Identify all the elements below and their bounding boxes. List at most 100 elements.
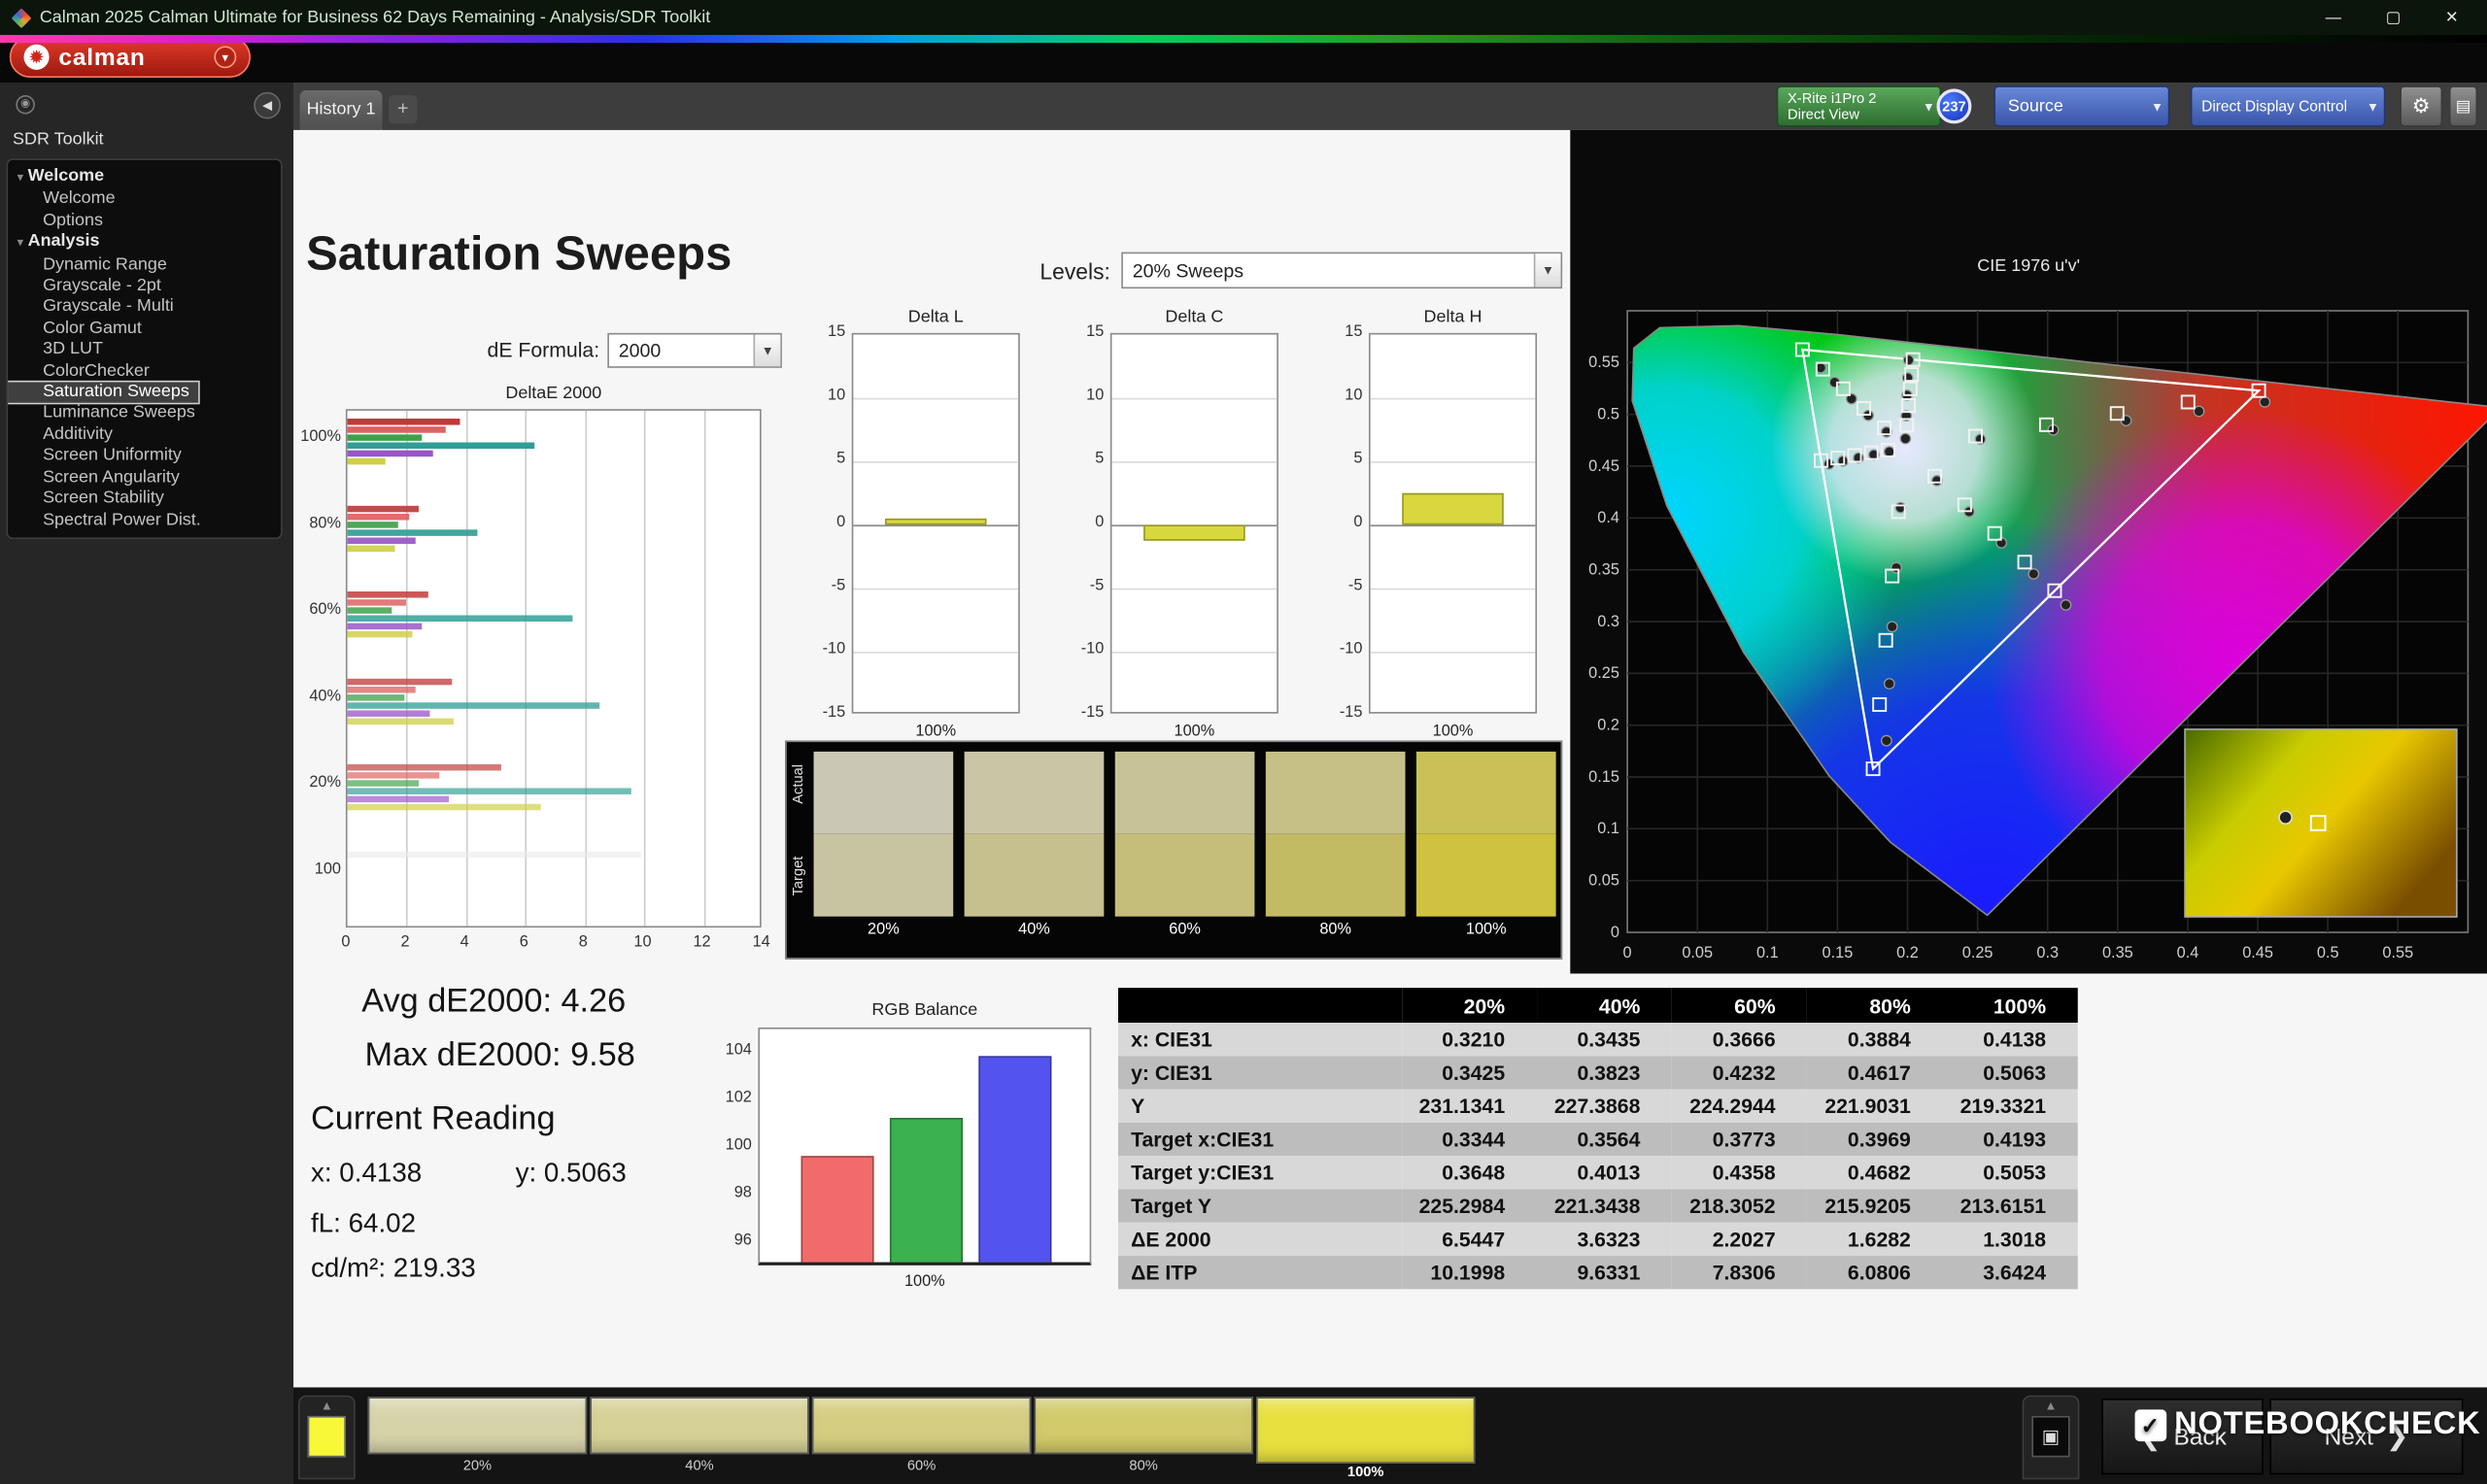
swatch-80%: 80% [1265,751,1406,958]
close-button[interactable]: ✕ [2445,9,2459,26]
measured-point [2259,395,2271,408]
pin-icon[interactable]: ◉ [16,94,35,115]
levels-label: Levels: [1039,258,1110,285]
svg-text:0: 0 [1611,924,1619,941]
levels-dropdown[interactable]: 20% Sweeps ▼ [1121,252,1563,289]
measured-point [1883,446,1895,457]
minimize-button[interactable]: — [2326,9,2341,26]
measured-point [1883,678,1895,690]
deltae-bar [347,536,416,544]
deltae-bar [347,693,404,700]
measured-point [1899,432,1912,445]
deltae-bar [347,528,478,536]
next-button[interactable]: Next ❯ [2269,1398,2464,1475]
current-patch-tab[interactable]: ▲ [297,1395,356,1480]
meter-button[interactable]: X-Rite i1Pro 2 Direct View ▼ [1776,85,1942,127]
app-window: Calman 2025 Calman Ultimate for Business… [0,0,2487,1484]
chevron-down-icon: ▾ [214,46,237,69]
direct-display-control-button[interactable]: Direct Display Control ▼ [2190,85,2386,127]
de-formula-dropdown[interactable]: 2000 ▼ [607,332,782,368]
measured-point [2193,405,2205,418]
patch-button-20%[interactable]: 20% [367,1397,588,1473]
svg-text:0.55: 0.55 [2382,944,2413,961]
add-tab-button[interactable]: + [388,94,418,124]
sidebar-item-dynamic-range[interactable]: Dynamic Range [8,254,176,276]
tab-bar: History 1 + X-Rite i1Pro 2 Direct View ▼… [293,82,2487,130]
deltae-bar [347,521,398,527]
sidebar-item-grayscale-multi[interactable]: Grayscale - Multi [8,297,183,319]
tab-history-1[interactable]: History 1 [299,90,383,130]
inset-measured-point [2278,810,2293,826]
patch-button-80%[interactable]: 80% [1034,1397,1253,1473]
svg-text:0.3: 0.3 [2036,944,2059,961]
svg-text:0.35: 0.35 [1588,561,1619,579]
sidebar-item-additivity[interactable]: Additivity [8,424,122,446]
svg-text:0.5: 0.5 [2317,944,2339,961]
svg-text:0.4: 0.4 [2177,944,2199,961]
deltae-bar [347,717,455,725]
chevron-down-icon: ▼ [753,334,781,367]
reading-cdm2: cd/m²: 219.33 [310,1252,476,1283]
sidebar-item-analysis[interactable]: ▾ Analysis [8,232,109,255]
deltae-x-axis: 0 2 4 6 8 10 12 14 [341,933,770,952]
panel-options-button[interactable]: ▤ [2448,85,2478,127]
delta_l-bar [885,518,987,525]
sidebar-item-3d-lut[interactable]: 3D LUT [8,340,113,361]
sidebar-item-screen-angularity[interactable]: Screen Angularity [8,467,188,489]
sidebar-item-welcome[interactable]: ▾ Welcome [8,166,114,189]
delta-h-chart: Delta H 100% 15 10 5 0 -5 -10 -15 [1328,308,1541,755]
sidebar-item-welcome[interactable]: Welcome [8,189,124,211]
chevron-down-icon: ▼ [2367,99,2379,115]
deltae-bar [347,686,416,692]
pattern-window-tab[interactable]: ▲ ▣ [2022,1395,2080,1480]
sidebar-item-screen-stability[interactable]: Screen Stability [8,489,174,510]
pattern-window-icon: ▣ [2031,1415,2070,1458]
svg-text:0: 0 [1623,944,1632,961]
meter-count-badge: 237 [1936,88,1972,124]
maximize-button[interactable]: ▢ [2386,9,2401,26]
svg-text:0.2: 0.2 [1597,717,1619,734]
deltae-bar [347,544,395,552]
sidebar-item-screen-uniformity[interactable]: Screen Uniformity [8,446,190,467]
patch-button-100%[interactable]: 100% [1256,1397,1476,1479]
brand-color-strip [0,34,2487,44]
avg-de-value: Avg dE2000: 4.26 [361,983,627,1020]
deltae-bar [347,615,573,622]
sidebar-item-options[interactable]: Options [8,211,113,232]
measured-point [1902,354,1915,366]
swatch-20%: 20% [813,751,954,958]
delta_c-bar [1143,524,1245,541]
sidebar-item-saturation-sweeps[interactable]: Saturation Sweeps [8,380,201,406]
measured-point [2027,568,2040,580]
chevron-down-icon: ▼ [2151,99,2163,115]
deltae-bar [347,623,422,630]
saturation-swatches-panel: Actual Target 20% 40% 60% 80% 100% [785,740,1563,960]
svg-text:0.1: 0.1 [1756,944,1779,961]
table-row: ΔE 2000 6.5447 3.6323 2.2027 1.6282 1.3018 [1118,1222,2078,1257]
back-button[interactable]: ❮ Back [2101,1398,2264,1475]
sidebar-collapse-button[interactable]: ◀ [254,91,281,119]
deltae-bar [347,850,642,858]
sidebar-item-grayscale-2pt[interactable]: Grayscale - 2pt [8,276,170,297]
swatch-100%: 100% [1415,751,1556,958]
patch-button-60%[interactable]: 60% [811,1397,1032,1473]
svg-text:0.35: 0.35 [2102,944,2133,961]
table-row: Y 231.1341 227.3868 224.2944 221.9031 219.332… [1118,1089,2078,1123]
deltae-bar [347,795,449,803]
deltae-chart [345,409,762,928]
sidebar-item-luminance-sweeps[interactable]: Luminance Sweeps [8,403,204,424]
svg-text:0.45: 0.45 [1588,457,1619,475]
swatch-40%: 40% [964,751,1105,958]
rgb-bar-red [801,1155,874,1263]
svg-text:0.05: 0.05 [1588,872,1619,890]
app-header-bar: ✹ calman ▾ [0,36,2487,83]
patch-button-40%[interactable]: 40% [590,1397,809,1473]
sidebar-item-colorchecker[interactable]: ColorChecker [8,361,159,383]
sidebar-item-spectral-power-dist-[interactable]: Spectral Power Dist. [8,510,210,531]
delta-l-chart: Delta L 100% 15 10 5 0 -5 -10 -15 [810,308,1023,755]
measured-point [1881,734,1892,747]
source-button[interactable]: Source ▼ [1993,85,2170,127]
settings-gear-button[interactable]: ⚙ [2400,85,2443,127]
deltae-bar [347,701,600,708]
sidebar-item-color-gamut[interactable]: Color Gamut [8,319,152,340]
